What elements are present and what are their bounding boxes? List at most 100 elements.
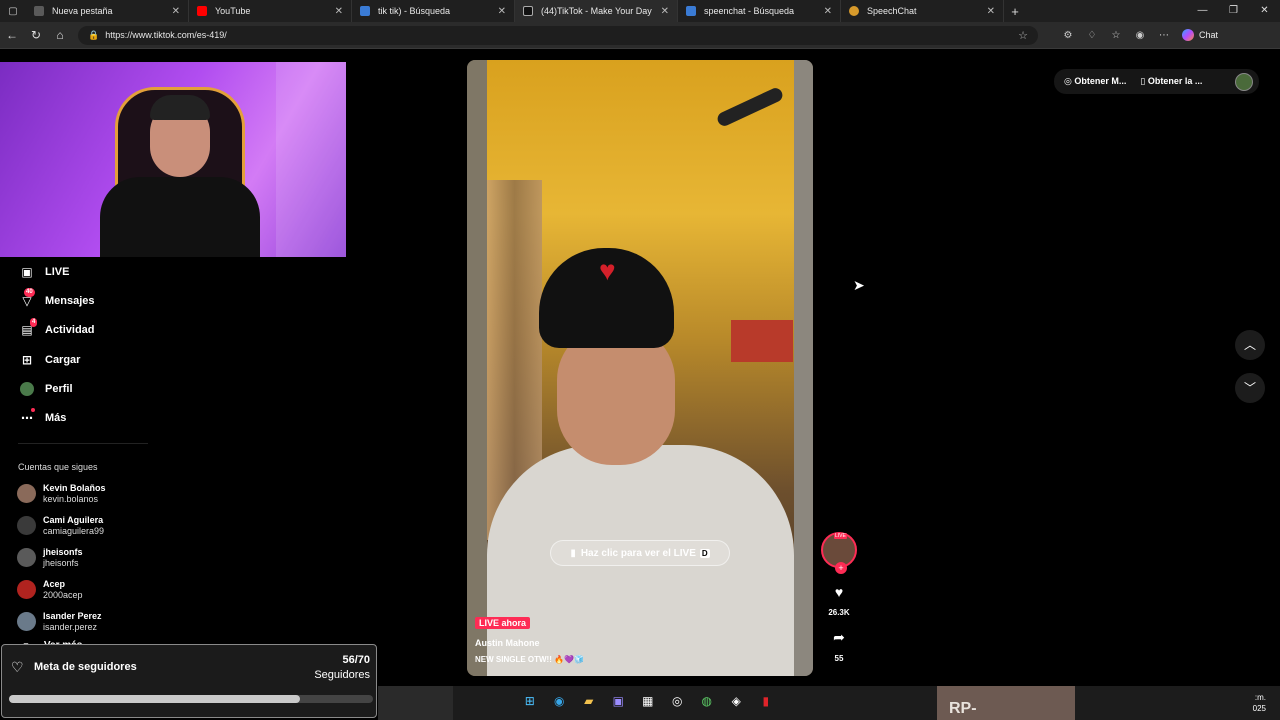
favorite-star-icon[interactable]: ☆: [1018, 29, 1028, 42]
edge-icon[interactable]: ◉: [545, 694, 575, 708]
close-icon[interactable]: ✕: [661, 6, 669, 17]
home-icon[interactable]: ⌂: [48, 28, 72, 42]
lock-icon: 🔒: [88, 29, 100, 40]
sidebar-item-activity[interactable]: ▤ 4 Actividad: [0, 316, 160, 345]
tab-4[interactable]: speenchat - Búsqueda ✕: [678, 0, 841, 22]
live-video[interactable]: ♥ ▮ Haz clic para ver el LIVE D LIVE aho…: [467, 60, 813, 676]
avatar: [17, 484, 36, 504]
favorites-icon[interactable]: ☆: [1104, 30, 1128, 41]
xbox-icon[interactable]: ◍: [692, 694, 722, 708]
url-field[interactable]: 🔒 https://www.tiktok.com/es-419/ ☆: [78, 25, 1038, 45]
tab-0[interactable]: Nueva pestaña ✕: [26, 0, 189, 22]
close-icon[interactable]: ✕: [498, 6, 506, 17]
tab-2[interactable]: tik tik) - Búsqueda ✕: [352, 0, 515, 22]
close-icon[interactable]: ✕: [172, 6, 180, 17]
following-item[interactable]: jheisonfs jheisonfs: [0, 542, 160, 574]
more-dot-badge: [31, 408, 35, 413]
sidebar-item-label: Mensajes: [45, 294, 95, 307]
sidebar-item-live[interactable]: ▣ LIVE: [0, 257, 160, 286]
file-explorer-icon[interactable]: ▰: [574, 694, 604, 708]
previous-video-button[interactable]: ︿: [1235, 330, 1265, 360]
get-app-button[interactable]: ▯ Obtener la ...: [1140, 76, 1202, 87]
new-tab-button[interactable]: +: [1004, 4, 1026, 19]
sidebar-item-profile[interactable]: Perfil: [0, 374, 160, 403]
webcam-overlay: [0, 62, 346, 257]
close-icon[interactable]: ✕: [335, 6, 343, 17]
live-bars-icon: ▮: [570, 547, 576, 559]
heart-icon: ♥: [834, 584, 844, 600]
taskbar: ⊞ ◉ ▰ ▣ ▦ ◎ ◍ ◈ ▮ RP-CUARTETOS :m. 025: [378, 686, 1280, 720]
video-edge-left: [467, 60, 487, 676]
like-button[interactable]: ♥: [821, 584, 857, 600]
avatar: [17, 516, 36, 536]
copilot-label: Chat: [1199, 30, 1219, 40]
watch-live-button[interactable]: ▮ Haz clic para ver el LIVE D: [550, 540, 730, 566]
sidebar-item-messages[interactable]: ▽ 40 Mensajes: [0, 286, 160, 315]
creator-avatar-button[interactable]: LIVE +: [821, 532, 857, 574]
search-icon: [360, 6, 370, 16]
following-handle: isander.perez: [43, 621, 98, 632]
windows-start-icon[interactable]: ⊞: [515, 694, 545, 708]
avatar: [17, 548, 36, 568]
get-coins-button[interactable]: ◎ Obtener M...: [1064, 76, 1126, 87]
chevron-up-icon: ︿: [1243, 338, 1256, 352]
following-name: jheisonfs: [43, 546, 83, 557]
following-item[interactable]: Kevin Bolaños kevin.bolanos: [0, 478, 160, 510]
webcam-wall: [276, 62, 346, 257]
profile-icon[interactable]: ◉: [1128, 30, 1152, 41]
tab-5[interactable]: SpeechChat ✕: [841, 0, 1004, 22]
tab-1[interactable]: YouTube ✕: [189, 0, 352, 22]
next-video-button[interactable]: ﹀: [1235, 373, 1265, 403]
close-icon[interactable]: ✕: [987, 6, 995, 17]
cap-heart-icon: ♥: [599, 255, 616, 286]
watch-live-label: Haz clic para ver el LIVE: [580, 547, 696, 559]
extensions-icon[interactable]: ⚙: [1056, 30, 1080, 41]
close-icon[interactable]: ✕: [824, 6, 832, 17]
following-item[interactable]: Acep 2000acep: [0, 574, 160, 606]
following-item[interactable]: Isander Perez isander.perez: [0, 606, 160, 638]
video-author[interactable]: Austin Mahone: [475, 638, 540, 648]
restore-icon[interactable]: ❐: [1218, 0, 1249, 22]
follow-plus-icon[interactable]: +: [835, 562, 847, 574]
following-handle: 2000acep: [43, 589, 83, 600]
keyboard-shortcut-key: D: [699, 548, 710, 558]
webcam-person-shirt: [100, 177, 260, 257]
tab-favicon: [34, 6, 44, 16]
live-icon: ▣: [21, 264, 33, 279]
sidebar-item-more[interactable]: ⋯ Más: [0, 403, 160, 432]
reload-icon[interactable]: ↻: [24, 28, 48, 42]
minimize-icon[interactable]: —: [1187, 0, 1218, 22]
tab-actions-icon[interactable]: ▢: [0, 0, 26, 22]
following-handle: jheisonfs: [43, 557, 79, 568]
obs-icon[interactable]: ◎: [663, 694, 693, 708]
store-icon[interactable]: ▦: [633, 694, 663, 708]
avatar-live-tag: LIVE: [834, 533, 847, 539]
share-icon: ➦: [833, 629, 845, 645]
tab-3[interactable]: (44)TikTok - Make Your Day ✕: [515, 0, 678, 22]
live-now-badge: LIVE ahora: [475, 617, 531, 629]
speechchat-icon: [849, 6, 859, 16]
close-window-icon[interactable]: ✕: [1249, 0, 1280, 22]
sidebar-item-label: Perfil: [45, 382, 73, 395]
copilot-chat-button[interactable]: Chat: [1182, 29, 1218, 41]
webcam-person-hair: [150, 95, 210, 120]
sidebar-item-label: LIVE: [45, 265, 70, 278]
steam-icon[interactable]: ◈: [722, 694, 752, 708]
menu-icon[interactable]: ⋯: [1152, 30, 1176, 41]
premiere-icon[interactable]: ▣: [604, 694, 634, 708]
following-handle: camiaguilera99: [43, 525, 105, 536]
address-bar-row: ← ↻ ⌂ 🔒 https://www.tiktok.com/es-419/ ☆…: [0, 22, 1280, 49]
following-name: Kevin Bolaños: [43, 482, 106, 493]
goal-progress-fill: [9, 695, 301, 703]
mouse-cursor-icon: ➤: [853, 277, 865, 293]
tab-title: (44)TikTok - Make Your Day: [541, 6, 652, 16]
sidebar-item-upload[interactable]: ⊞ Cargar: [0, 345, 160, 374]
back-icon[interactable]: ←: [0, 28, 24, 42]
taskbar-preview: RP-CUARTETOS: [937, 686, 1075, 720]
collections-icon[interactable]: ♢: [1080, 30, 1104, 41]
following-item[interactable]: Cami Aguilera camiaguilera99: [0, 510, 160, 542]
user-avatar[interactable]: [1235, 72, 1253, 91]
app-icon[interactable]: ▮: [751, 694, 781, 708]
taskbar-clock[interactable]: :m. 025: [1253, 692, 1266, 714]
share-button[interactable]: ➦: [821, 629, 857, 646]
